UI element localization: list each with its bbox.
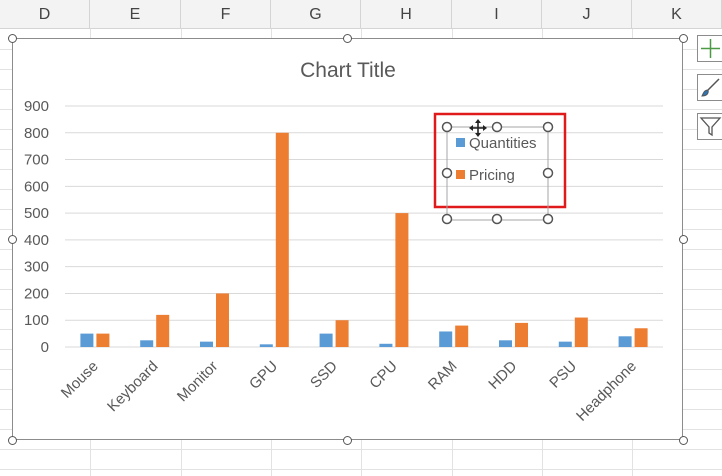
column-header-e[interactable]: E (90, 0, 181, 28)
bar-pricing-cpu[interactable] (395, 213, 409, 347)
chart-resize-handle[interactable] (678, 234, 688, 244)
chart-resize-handle[interactable] (343, 33, 352, 43)
bar-pricing-ssd[interactable] (335, 320, 349, 347)
column-header-k[interactable]: K (632, 0, 722, 28)
bar-pricing-ram[interactable] (455, 325, 469, 347)
x-axis-ticks: Mouse Keyboard Monitor GPU SSD CPU RAM HDD PSUHe… (58, 358, 640, 425)
bar-pricing-gpu[interactable] (275, 132, 289, 347)
plus-icon (701, 39, 720, 58)
x-tick-label: PSU (546, 358, 580, 392)
y-tick-label: 900 (24, 98, 49, 115)
x-tick-label: Keyboard (104, 358, 161, 415)
y-tick-label: 700 (24, 152, 49, 169)
column-header-g[interactable]: G (271, 0, 361, 28)
y-tick-label: 300 (24, 259, 49, 276)
legend-resize-handle[interactable] (542, 213, 554, 225)
x-tick-label: GPU (246, 358, 281, 393)
chart-area[interactable]: Chart Title 0 100 200 300 400 500 600 700 800 900… (12, 38, 683, 440)
legend-resize-handle[interactable] (491, 213, 503, 225)
bar-quantities-mouse[interactable] (80, 333, 94, 347)
x-tick-label: RAM (425, 358, 461, 394)
column-header-h[interactable]: H (361, 0, 452, 28)
x-tick-label: SSD (307, 358, 341, 392)
row-gridline (0, 449, 722, 450)
chart-title[interactable]: Chart Title (300, 59, 396, 82)
bar-quantities-gpu[interactable] (259, 344, 273, 347)
chart-resize-handle[interactable] (343, 435, 352, 445)
y-tick-label: 800 (24, 125, 49, 142)
y-tick-label: 600 (24, 178, 49, 195)
legend[interactable]: Quantities Pricing (433, 112, 567, 225)
chart-resize-handle[interactable] (7, 33, 17, 43)
bar-quantities-hdd[interactable] (499, 340, 512, 347)
x-tick-label: CPU (366, 358, 400, 392)
bar-quantities-cpu[interactable] (379, 343, 393, 347)
y-tick-label: 500 (24, 205, 49, 222)
bar-pricing-hdd[interactable] (515, 322, 528, 347)
bar-pricing-monitor[interactable] (216, 293, 229, 347)
y-axis-ticks: 0 100 200 300 400 500 600 700 800 900 (24, 98, 49, 356)
funnel-icon (699, 117, 722, 137)
chart-styles-button[interactable] (697, 74, 722, 101)
bar-quantities-keyboard[interactable] (140, 340, 154, 347)
legend-resize-handle[interactable] (542, 167, 554, 179)
bar-quantities-ssd[interactable] (319, 333, 333, 347)
column-header-j[interactable]: J (542, 0, 632, 28)
column-header-bar: DEFGHIJK (0, 0, 722, 29)
bar-quantities-monitor[interactable] (200, 341, 213, 347)
bar-pricing-psu[interactable] (574, 317, 588, 347)
y-tick-label: 400 (24, 232, 49, 249)
y-tick-label: 100 (24, 312, 49, 329)
x-tick-label: HDD (485, 358, 520, 393)
legend-resize-handle[interactable] (441, 213, 453, 225)
brush-icon (701, 78, 720, 97)
legend-label-quantities: Quantities (469, 135, 537, 152)
chart-elements-button[interactable] (697, 35, 722, 62)
bar-pricing-mouse[interactable] (96, 333, 110, 347)
y-gridlines (65, 105, 663, 348)
chart-resize-handle[interactable] (678, 33, 688, 43)
legend-resize-handle[interactable] (542, 121, 554, 133)
x-tick-label: Mouse (58, 358, 102, 402)
chart-resize-handle[interactable] (7, 234, 17, 244)
row-gridline (0, 469, 722, 470)
bar-quantities-headphone[interactable] (618, 336, 632, 347)
column-header-d[interactable]: D (0, 0, 90, 28)
y-tick-label: 0 (41, 339, 49, 356)
chart-plot[interactable]: Chart Title 0 100 200 300 400 500 600 700 800 900… (13, 39, 684, 441)
chart-resize-handle[interactable] (7, 435, 17, 445)
legend-swatch-quantities (456, 138, 465, 147)
bar-quantities-psu[interactable] (558, 341, 572, 347)
legend-resize-handle[interactable] (441, 121, 453, 133)
column-header-f[interactable]: F (181, 0, 271, 28)
bar-pricing-headphone[interactable] (634, 328, 648, 347)
legend-label-pricing: Pricing (469, 167, 515, 184)
legend-resize-handle[interactable] (491, 121, 503, 133)
legend-resize-handle[interactable] (441, 167, 453, 179)
column-header-i[interactable]: I (452, 0, 542, 28)
bar-pricing-keyboard[interactable] (156, 314, 170, 347)
chart-filters-button[interactable] (697, 113, 722, 140)
x-tick-label: Headphone (573, 358, 640, 425)
y-tick-label: 200 (24, 285, 49, 302)
x-tick-label: Monitor (174, 358, 221, 405)
chart-resize-handle[interactable] (678, 435, 688, 445)
legend-swatch-pricing (456, 170, 465, 179)
bar-quantities-ram[interactable] (439, 331, 453, 347)
